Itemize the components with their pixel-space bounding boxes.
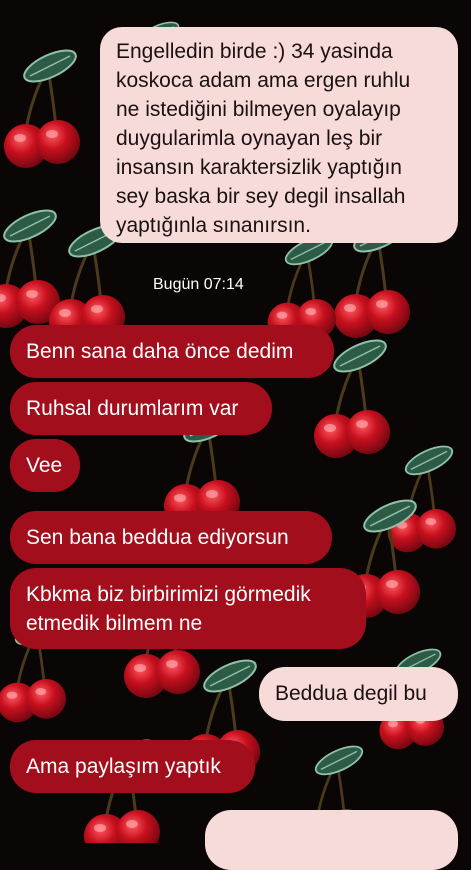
received-message-bubble[interactable]: Benn sana daha önce dedim: [10, 325, 334, 378]
sent-message-bubble[interactable]: Beddua degil bu: [259, 667, 458, 721]
sent-message-bubble[interactable]: Engelledin birde :) 34 yasinda koskoca a…: [100, 27, 458, 243]
received-message-bubble[interactable]: Ruhsal durumlarım var: [10, 382, 272, 435]
received-message-bubble[interactable]: Sen bana beddua ediyorsun: [10, 511, 332, 564]
date-divider: Bugün 07:14: [153, 276, 244, 293]
received-message-bubble[interactable]: Kbkma biz birbirimizi görmedik etmedik b…: [10, 568, 366, 649]
received-message-bubble[interactable]: Vee: [10, 439, 80, 492]
received-message-bubble[interactable]: Ama paylaşım yaptık: [10, 740, 255, 793]
sent-message-bubble-partial[interactable]: [205, 810, 458, 870]
